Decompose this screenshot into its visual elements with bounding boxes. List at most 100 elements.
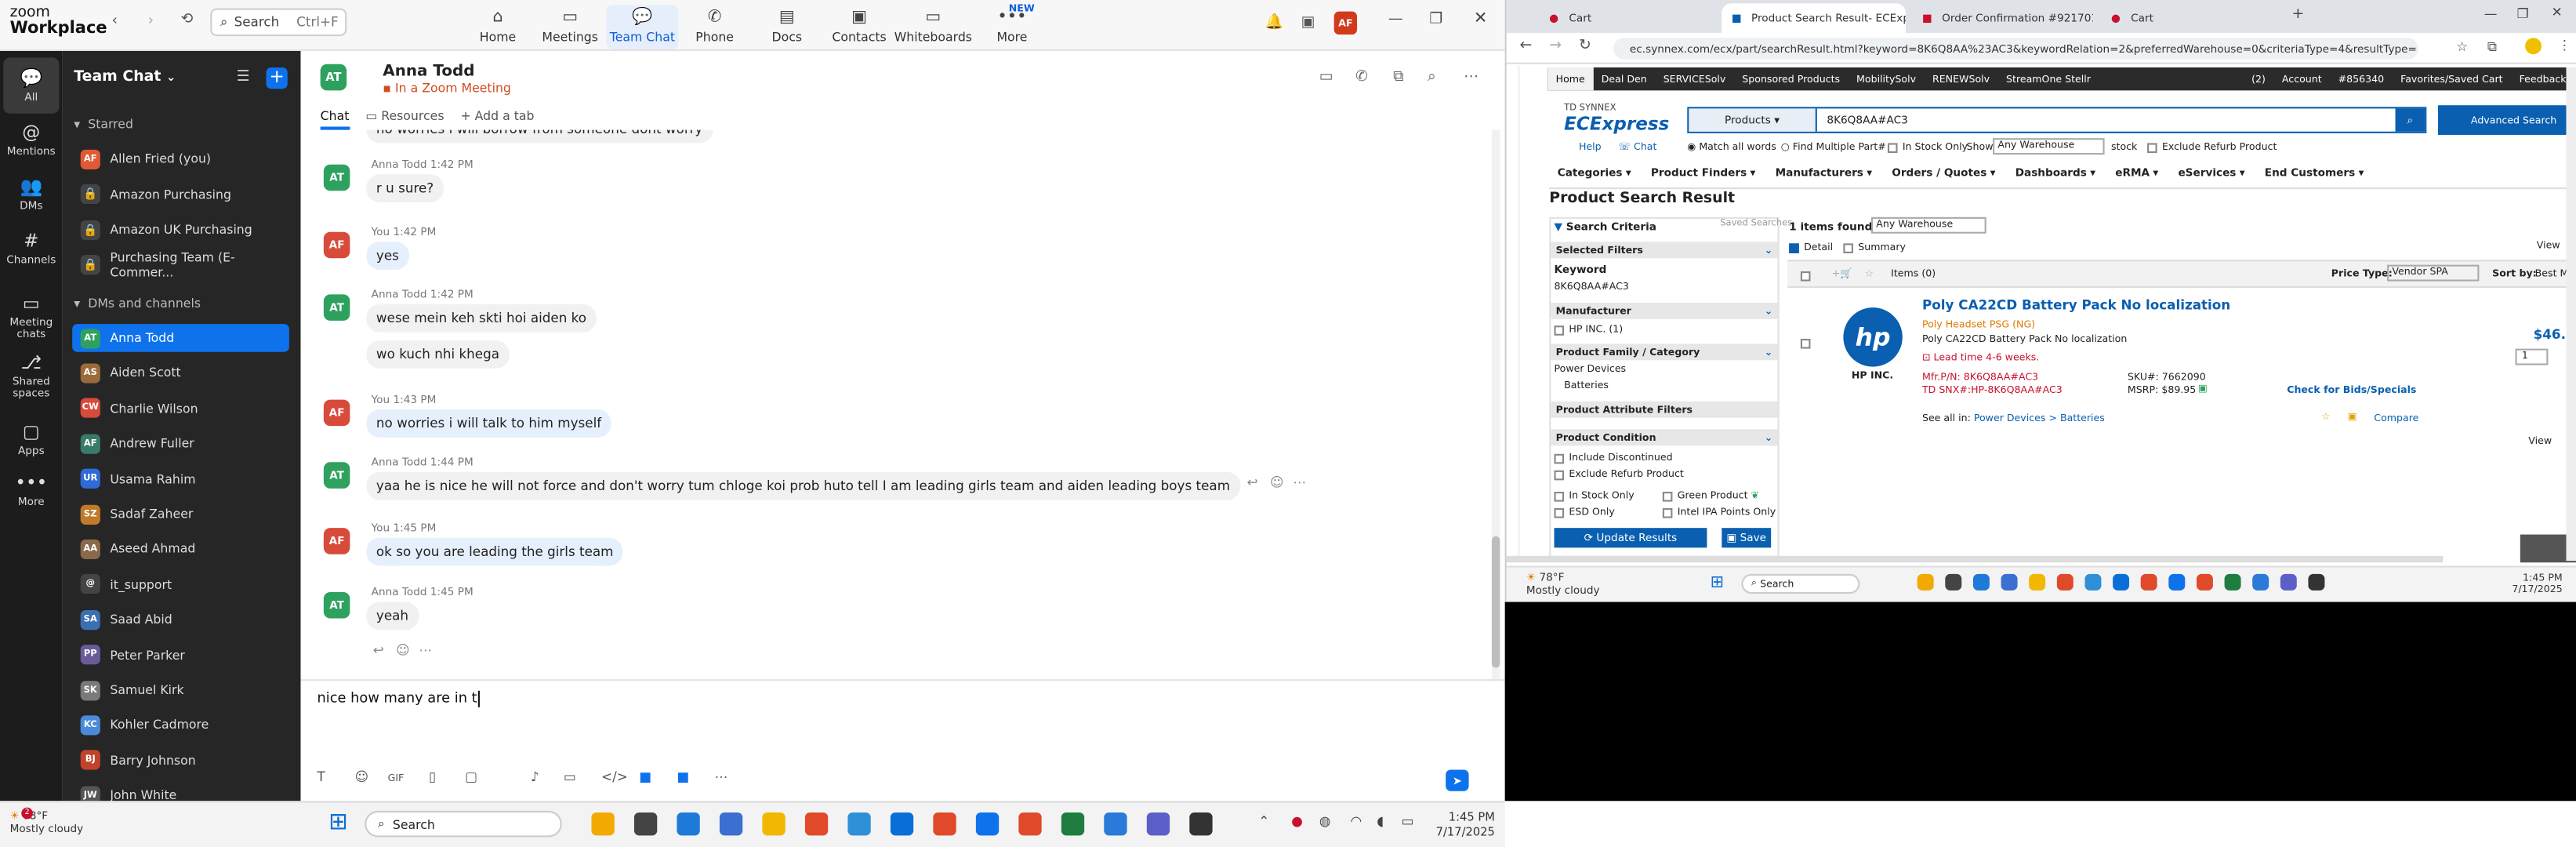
dm-it-support[interactable]: @ it_support [72,570,289,598]
update-results-button[interactable]: ⟳ Update Results [1554,528,1707,548]
tab-team-chat[interactable]: 💬 Team Chat [606,5,679,49]
quantity-input[interactable]: 1 [2515,348,2549,365]
condition-intel-ipa-points-only[interactable]: Intel IPA Points Only [1662,507,1776,518]
more-icon[interactable]: ⋯ [419,643,432,658]
react-icon[interactable]: ☺ [396,643,409,658]
forward-icon[interactable]: → [1549,38,1562,54]
dm-usama-rahim[interactable]: UR Usama Rahim [72,465,289,493]
url-input[interactable]: ec.synnex.com/ecx/part/searchResult.html… [1613,38,2418,60]
app-icon[interactable]: ■ [639,769,651,784]
dms-section[interactable]: ▾ DMs and channels [74,296,201,311]
starred-item[interactable]: AF Allen Fried (you) [72,145,289,173]
mic-icon[interactable]: ♪ [531,769,539,784]
product-title-link[interactable]: Poly CA22CD Battery Pack No localization [1922,298,2230,313]
file-explorer-icon[interactable] [2029,573,2046,591]
code-icon[interactable]: </> [601,769,628,784]
site-nav-renewsolv[interactable]: RENEWSolv [1925,73,1998,85]
message-bubble[interactable]: ok so you are leading the girls team [366,537,624,566]
clock[interactable]: 1:45 PM 7/17/2025 [2512,573,2562,595]
manufacturer-header[interactable]: Manufacturer ⌄ [1551,302,1778,319]
new-tab-icon[interactable]: + [2292,6,2305,23]
dm-aseed-ahmad[interactable]: AA Aseed Ahmad [72,535,289,563]
calendar-icon[interactable]: ▣ [1301,15,1315,31]
tab-contacts[interactable]: ▣ Contacts [823,5,895,49]
tab-cart-2[interactable]: ● Cart [2101,3,2282,33]
message-avatar[interactable]: AT [323,462,350,489]
reply-icon[interactable]: ↩ [1247,475,1258,490]
tab-product-search[interactable]: ■ Product Search Result- ECExp... [1722,3,1907,33]
tray-icon[interactable]: ◍ [1319,814,1331,829]
add-to-cart-icon[interactable]: +🛒 [1832,268,1852,280]
dm-barry-johnson[interactable]: BJ Barry Johnson [72,747,289,775]
rail-meeting-chats[interactable]: ▭ Meeting chats [0,289,63,345]
hp-filter-checkbox[interactable]: HP INC. (1) [1554,324,1623,336]
horizontal-scrollbar[interactable] [1506,555,2444,563]
message-avatar[interactable]: AF [323,528,350,554]
contact-name[interactable]: Anna Todd [383,63,474,81]
volume-icon[interactable]: ◖ [1377,814,1384,829]
message-avatar[interactable]: AT [323,591,350,619]
site-nav-right-account[interactable]: Account [2273,73,2330,85]
weather-widget[interactable]: ☀ 78°F Mostly cloudy [1526,571,1600,598]
message-bubble[interactable]: yes [366,242,409,270]
emoji-icon[interactable]: ☺ [355,769,368,784]
results-warehouse-select[interactable]: Any Warehouse [1871,216,1986,234]
new-chat-button[interactable]: + [266,67,288,89]
search-icon[interactable]: ⌕ [1428,69,1436,85]
app-icon-2[interactable]: ■ [677,769,689,784]
gif-icon[interactable]: GIF [388,773,405,785]
terminal-icon[interactable] [2308,573,2325,591]
exclude-refurb-checkbox[interactable]: Exclude Refurb Product [2147,141,2277,153]
rail-all[interactable]: 💬 All [3,57,60,114]
calculator-icon[interactable] [719,812,743,836]
clock[interactable]: 1:45 PM 7/17/2025 [1436,811,1495,841]
advanced-search-button[interactable]: Advanced Search [2438,105,2570,135]
menu-orders-quotes[interactable]: Orders / Quotes ▾ [1892,166,1995,180]
more-icon[interactable]: ⋯ [1293,475,1306,490]
photos-icon[interactable] [2252,573,2269,591]
back-icon[interactable]: ← [1520,38,1533,54]
video-icon[interactable]: ▭ [1319,69,1333,85]
help-link[interactable]: Help [1579,141,1602,153]
format-icon[interactable]: T [317,769,325,784]
zoom-icon[interactable] [975,812,1000,836]
excel-icon[interactable] [1061,812,1085,836]
tab-resources[interactable]: ▭ Resources [365,108,444,129]
attribute-filters-header[interactable]: Product Attribute Filters [1551,401,1778,418]
file-explorer-icon[interactable] [762,812,785,836]
zoom-search[interactable]: ⌕ Search Ctrl+F [210,8,347,37]
site-nav-right-2[interactable]: (2) [2244,73,2274,85]
message-bubble[interactable]: yaa he is nice he will not force and don… [366,471,1240,500]
tab-chat[interactable]: Chat [320,108,350,130]
windows-start-icon[interactable]: ⊞ [1711,574,1730,594]
tab-cart[interactable]: ● Cart [1540,3,1717,33]
condition-in-stock-only[interactable]: In Stock Only [1554,490,1634,502]
summary-view-toggle[interactable]: Summary [1843,242,1906,253]
extensions-icon[interactable]: ⧉ [2487,39,2497,56]
outlook-icon[interactable] [890,812,914,836]
compare-link[interactable]: Compare [2374,413,2418,424]
chrome-icon-3[interactable] [1018,812,1042,836]
wifi-icon[interactable]: ◠ [1351,814,1362,829]
dm-sadaf-zaheer[interactable]: SZ Sadaf Zaheer [72,500,289,529]
site-nav-sponsored-products[interactable]: Sponsored Products [1734,73,1849,85]
save-button[interactable]: ▣ Save [1722,528,1772,548]
terminal-icon[interactable] [1189,812,1213,836]
dm-anna-todd[interactable]: AT Anna Todd [72,324,289,352]
scrollbar-thumb[interactable] [1491,536,1500,668]
site-nav-deal-den[interactable]: Deal Den [1593,73,1655,85]
starred-item[interactable]: 🔒 Purchasing Team (E-Commer... [72,250,289,280]
tab-docs[interactable]: ▤ Docs [751,5,823,49]
dm-samuel-kirk[interactable]: SK Samuel Kirk [72,676,289,704]
edge-icon[interactable] [1972,573,1990,591]
menu-categories[interactable]: Categories ▾ [1558,166,1631,180]
sort-select[interactable]: Best M [2535,268,2569,280]
compose-input[interactable]: nice how many are in t [317,690,481,707]
chrome-icon-2[interactable] [933,812,956,836]
phone-icon[interactable]: ✆ [1355,69,1368,85]
menu-eservices[interactable]: eServices ▾ [2178,166,2244,180]
rail-channels[interactable]: # Channels [0,220,63,276]
dm-kohler-cadmore[interactable]: KC Kohler Cadmore [72,711,289,740]
site-nav-right-favorites-saved-cart[interactable]: Favorites/Saved Cart [2393,73,2511,85]
message-bubble[interactable]: r u sure? [366,174,444,202]
